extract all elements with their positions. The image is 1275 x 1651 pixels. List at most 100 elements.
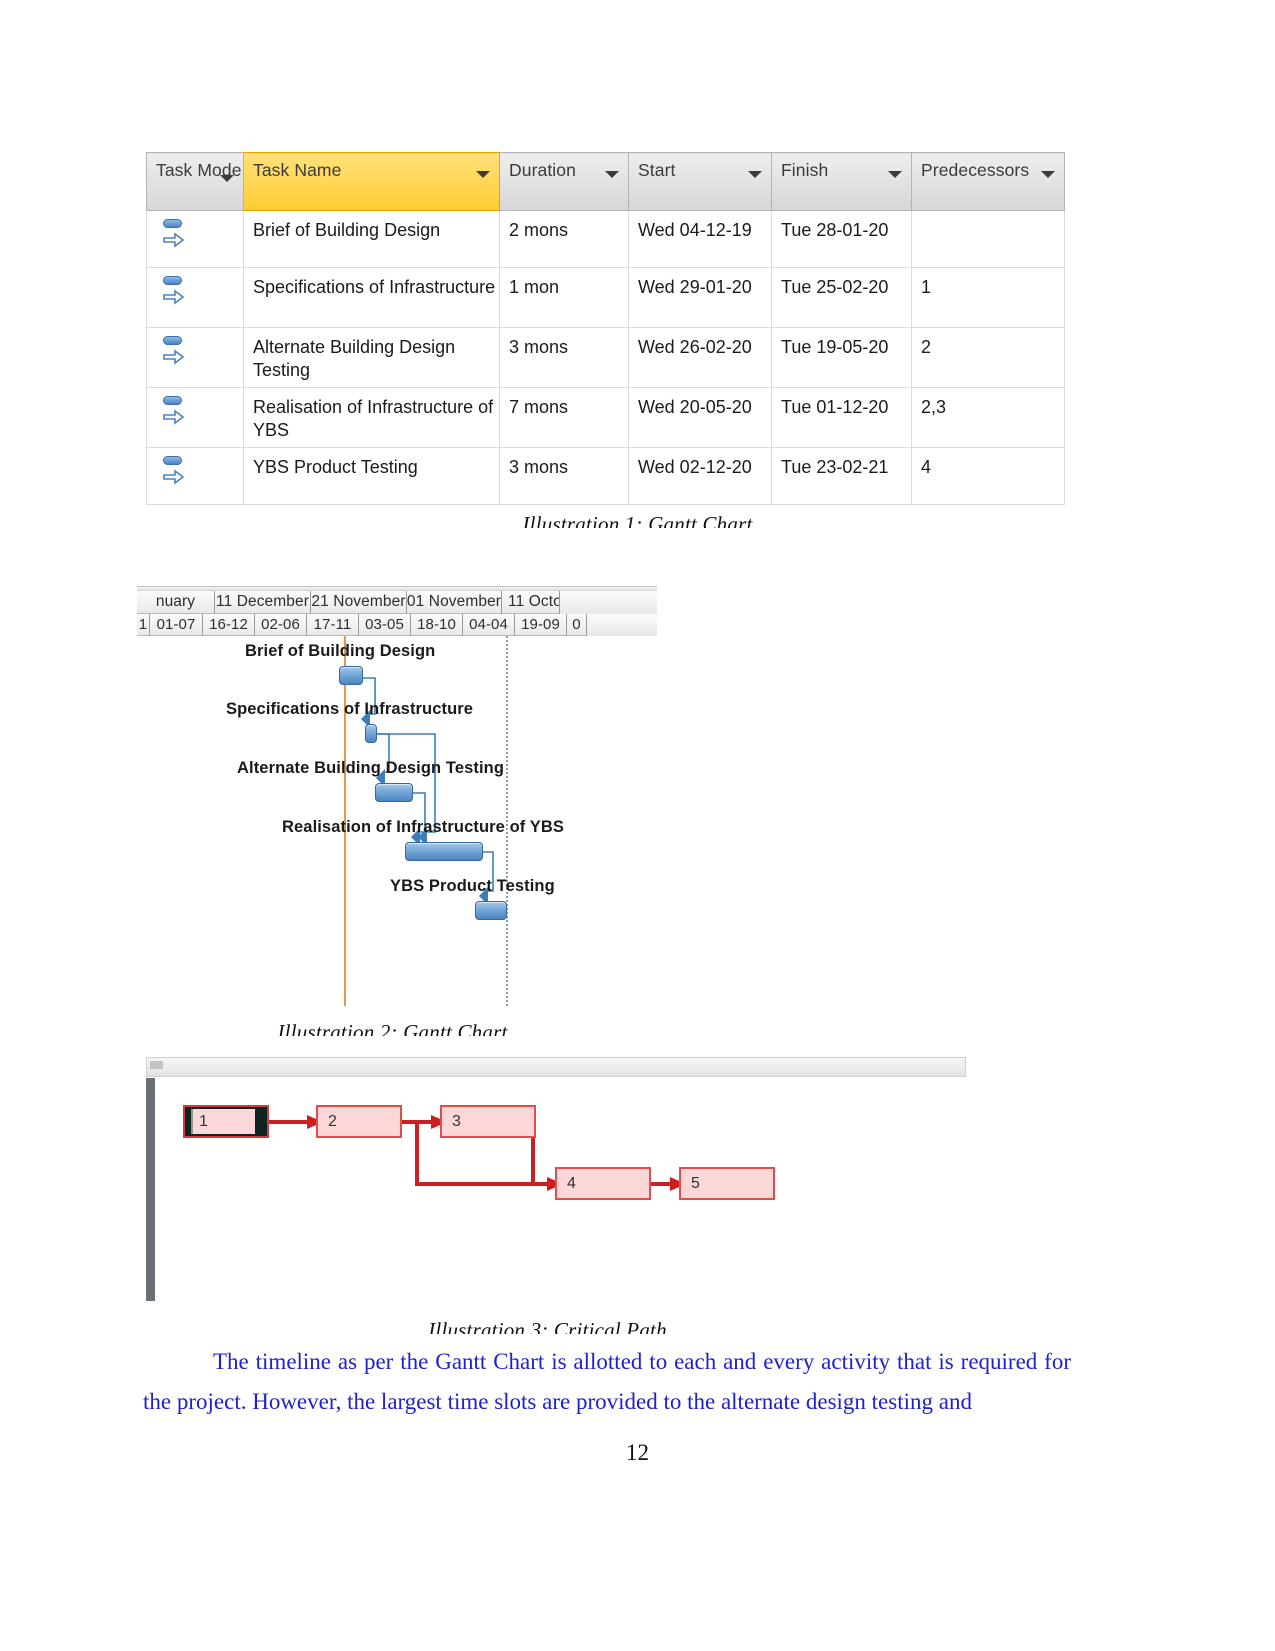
timescale-day-cell: 04-04 [463,614,515,636]
gantt-task-label: Realisation of Infrastructure of YBS [282,818,565,836]
network-node-label: 1 [191,1109,255,1134]
cell-task-name[interactable]: Realisation of Infrastructure of YBS [243,387,500,448]
cell-start[interactable]: Wed 04-12-19 [628,210,772,268]
gantt-bar[interactable] [375,783,413,802]
cell-task-mode[interactable] [146,447,244,505]
cell-task-name[interactable]: Alternate Building Design Testing [243,327,500,388]
cell-finish[interactable]: Tue 25-02-20 [771,267,912,328]
cell-duration[interactable]: 3 mons [499,447,629,505]
cell-start[interactable]: Wed 20-05-20 [628,387,772,448]
column-header-finish[interactable]: Finish [771,152,912,211]
timescale-day-cell: 01-07 [150,614,203,636]
gantt-task-label: Brief of Building Design [245,642,436,660]
cell-task-mode[interactable] [146,327,244,388]
timescale-month-cell: nuary [137,591,215,614]
chevron-down-icon[interactable] [220,175,234,182]
network-node[interactable]: 5 [679,1167,775,1200]
gantt-bar[interactable] [475,901,507,920]
chevron-down-icon[interactable] [476,171,490,178]
cell-start[interactable]: Wed 29-01-20 [628,267,772,328]
auto-schedule-icon [163,276,189,306]
table-row[interactable]: Specifications of Infrastructure 1 mon W… [146,267,1065,328]
chevron-down-icon[interactable] [888,171,902,178]
gantt-bar[interactable] [365,724,377,743]
network-node[interactable]: 4 [555,1167,651,1200]
chevron-down-icon[interactable] [605,171,619,178]
figure-critical-path: 1 2 3 4 5 [146,1057,966,1302]
cell-predecessors[interactable]: 1 [911,267,1065,328]
table-row[interactable]: Brief of Building Design 2 mons Wed 04-1… [146,210,1065,268]
gantt-bar[interactable] [339,666,363,685]
cell-predecessors[interactable]: 4 [911,447,1065,505]
cell-duration[interactable]: 7 mons [499,387,629,448]
page-number: 12 [626,1440,649,1465]
task-table-body: Brief of Building Design 2 mons Wed 04-1… [146,210,1065,505]
cell-finish[interactable]: Tue 28-01-20 [771,210,912,268]
chevron-down-icon[interactable] [1041,171,1055,178]
gantt-bar[interactable] [405,842,483,861]
column-header-predecessors[interactable]: Predecessors [911,152,1065,211]
figure-caption-2: Illustration 2: Gantt Chart [277,1020,508,1036]
cell-task-mode[interactable] [146,267,244,328]
task-table-head: Task Mode Task Name Duration Start Finis… [146,152,1065,211]
document-page: Task Mode Task Name Duration Start Finis… [0,0,1275,1651]
body-paragraph: The timeline as per the Gantt Chart is a… [143,1349,1071,1415]
cell-duration[interactable]: 1 mon [499,267,629,328]
timescale-day-cell: 0 [567,614,587,636]
figure-gantt-bars: nuary 11 December 21 November 01 Novembe… [137,586,657,1006]
table-row[interactable]: Alternate Building Design Testing 3 mons… [146,327,1065,388]
auto-schedule-icon [163,456,189,486]
timescale-day-cell: 1 [137,614,150,636]
network-diagram-canvas: 1 2 3 4 5 [155,1078,966,1301]
cell-finish[interactable]: Tue 01-12-20 [771,387,912,448]
cell-task-mode[interactable] [146,387,244,448]
chevron-down-icon[interactable] [748,171,762,178]
timescale-month-cell: 21 November [311,591,407,614]
network-node[interactable]: 3 [440,1105,536,1138]
auto-schedule-icon [163,336,189,366]
timescale-month-cell: 11 December [215,591,311,614]
timescale-day-cell: 16-12 [203,614,255,636]
timescale-month-cell: 01 November [407,591,502,614]
timescale-day-cell: 03-05 [359,614,411,636]
timescale-day-cell: 17-11 [307,614,359,636]
gantt-timescale: nuary 11 December 21 November 01 Novembe… [137,591,657,636]
figure-caption-1: Illustration 1: Gantt Chart [522,512,753,528]
network-diagram-side-rail [146,1078,155,1301]
network-node[interactable]: 1 [183,1105,269,1138]
cell-duration[interactable]: 3 mons [499,327,629,388]
timescale-day-cell: 02-06 [255,614,307,636]
timescale-month-cell: 11 Octo [502,591,560,614]
figure-caption-3: Illustration 3: Critical Path [428,1318,667,1334]
table-row[interactable]: Realisation of Infrastructure of YBS 7 m… [146,387,1065,448]
cell-predecessors[interactable]: 2 [911,327,1065,388]
gantt-task-label: YBS Product Testing [390,877,555,895]
cell-predecessors[interactable] [911,210,1065,268]
timescale-day-cell: 19-09 [515,614,567,636]
cell-task-name[interactable]: Specifications of Infrastructure [243,267,500,328]
network-diagram-toolbar [146,1057,966,1077]
gantt-chart-area: Brief of Building Design Specifications … [137,636,657,1006]
table-row[interactable]: YBS Product Testing 3 mons Wed 02-12-20 … [146,447,1065,505]
column-header-duration[interactable]: Duration [499,152,629,211]
timescale-day-row: 1 01-07 16-12 02-06 17-11 03-05 18-10 04… [137,614,657,636]
auto-schedule-icon [163,219,189,249]
column-header-task-name[interactable]: Task Name [243,152,500,211]
network-node[interactable]: 2 [316,1105,402,1138]
cell-finish[interactable]: Tue 23-02-21 [771,447,912,505]
cell-task-name[interactable]: Brief of Building Design [243,210,500,268]
column-header-start[interactable]: Start [628,152,772,211]
cell-finish[interactable]: Tue 19-05-20 [771,327,912,388]
cell-duration[interactable]: 2 mons [499,210,629,268]
cell-start[interactable]: Wed 26-02-20 [628,327,772,388]
cell-task-mode[interactable] [146,210,244,268]
auto-schedule-icon [163,396,189,426]
cell-start[interactable]: Wed 02-12-20 [628,447,772,505]
timescale-month-row: nuary 11 December 21 November 01 Novembe… [137,591,657,614]
gantt-task-label: Specifications of Infrastructure [226,700,474,718]
cell-task-name[interactable]: YBS Product Testing [243,447,500,505]
column-header-task-mode[interactable]: Task Mode [146,152,244,211]
task-table: Task Mode Task Name Duration Start Finis… [146,152,1065,505]
toolbar-handle-icon [150,1061,163,1069]
cell-predecessors[interactable]: 2,3 [911,387,1065,448]
